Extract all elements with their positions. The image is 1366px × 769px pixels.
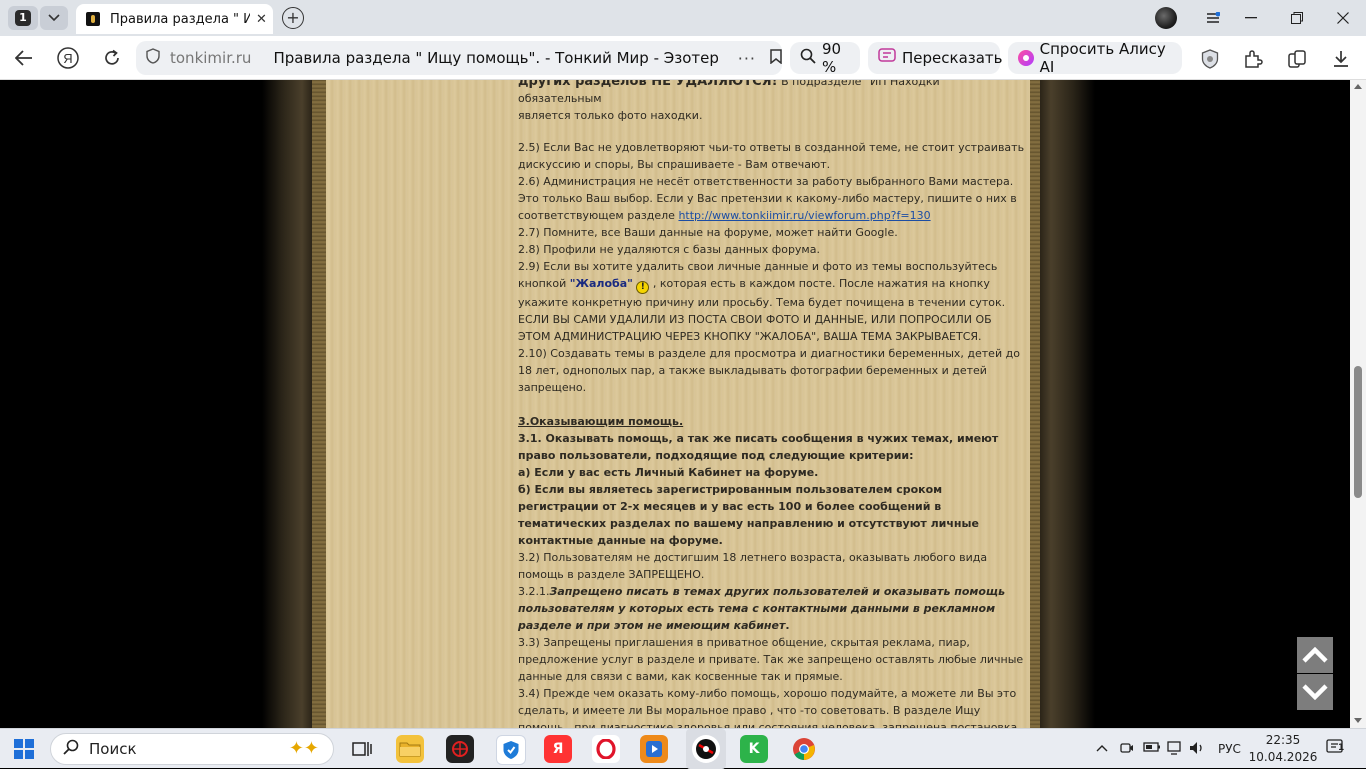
scroll-down-button[interactable] [1297,674,1333,710]
navigation-bar: Я tonkimir.ru Правила раздела " Ищу помо… [0,36,1366,80]
tab-list-button[interactable] [40,6,68,30]
decorative-border-left [312,80,326,728]
ask-alice-button[interactable]: Спросить Алису AI [1008,40,1182,76]
vpn-shield-icon[interactable] [496,735,526,765]
forum-link[interactable]: http://www.tonkiimir.ru/viewforum.php?f=… [678,209,930,222]
active-tab[interactable]: Правила раздела " Ищу помощь". - Тонкий … [76,4,273,34]
rule-2-10: 2.10) Создавать темы в разделе для просм… [518,347,1020,394]
zoom-button[interactable]: 90 % [790,40,860,76]
complaint-label: "Жалоба" [569,277,633,290]
rule-2-7: 2.7) Помните, все Ваши данные на форуме,… [518,226,898,239]
rule-3-1: 3.1. Оказывать помощь, а так же писать с… [518,432,999,462]
search-icon [800,48,816,68]
rule-3-1-b: б) Если вы являетесь зарегистрированным … [518,483,979,547]
scrollbar-thumb[interactable] [1354,366,1362,498]
clock-time: 22:35 [1265,733,1301,747]
ask-alice-label: Спросить Алису AI [1039,40,1166,76]
scroll-arrow-up-icon[interactable] [1354,84,1362,89]
new-tab-button[interactable]: + [282,7,304,29]
chrome-icon[interactable] [790,735,818,763]
network-icon[interactable] [1167,741,1183,759]
rule-3-1-a: а) Если у вас есть Личный Кабинет на фор… [518,466,819,479]
rule-text: является только фото находки. [518,109,703,122]
task-view-icon[interactable] [348,735,376,763]
site-security-icon[interactable] [146,48,160,68]
close-window-button[interactable] [1320,0,1366,36]
taskbar: Поиск ✦✦ Я K РУС 22:35 10.04.2026 1 [0,728,1366,769]
tab-count: 1 [15,10,31,26]
restore-button[interactable] [1274,0,1320,36]
tray-expand-icon[interactable] [1096,741,1108,756]
file-explorer-icon[interactable] [396,735,424,763]
search-icon [63,739,79,759]
rule-2-9: 2.9) Если вы хотите удалить свои личные … [518,260,1006,309]
retell-icon [878,48,896,68]
windows-start-icon[interactable] [14,739,34,759]
search-label: Поиск [89,740,137,758]
game-active-icon[interactable] [692,735,720,763]
reload-icon[interactable] [100,46,124,70]
input-language[interactable]: РУС [1218,742,1241,756]
address-bar[interactable]: tonkimir.ru Правила раздела " Ищу помощь… [136,41,782,75]
rule-3-3: 3.3) Запрещены приглашения в приватное о… [518,636,1024,683]
profile-avatar[interactable] [1155,7,1177,29]
zoom-level: 90 % [822,40,842,76]
rule-2-5: 2.5) Если Вас не удовлетворяют чьи-то от… [518,141,1025,171]
collections-icon[interactable] [1286,48,1308,70]
rule-2-9-note: ЕСЛИ ВЫ САМИ УДАЛИЛИ ИЗ ПОСТА СВОИ ФОТО … [518,313,992,343]
media-player-icon[interactable] [640,735,668,763]
url-domain: tonkimir.ru [170,49,252,67]
page-viewport: других разделов НЕ УДАЛЯЮТСЯ! В подразде… [0,80,1350,728]
kaspersky-icon[interactable]: K [740,735,768,763]
svg-text:Я: Я [63,51,72,66]
yandex-logo-icon[interactable]: Я [56,46,80,70]
rule-2-6: 2.6) Администрация не несёт ответственно… [518,175,1017,222]
scroll-up-button[interactable] [1297,637,1333,673]
retell-label: Пересказать [902,49,1003,67]
chevron-down-icon [48,14,60,22]
volume-icon[interactable] [1189,741,1205,759]
yandex-browser-icon[interactable]: Я [544,735,572,763]
notifications-icon[interactable]: 1 [1326,739,1346,761]
rule-bold-text: других разделов НЕ УДАЛЯЮТСЯ! [518,80,778,89]
page-title: Правила раздела " Ищу помощь". - Тонкий … [273,49,718,67]
back-icon[interactable] [12,46,36,70]
opera-icon[interactable] [592,735,620,763]
tab-title: Правила раздела " Ищу помощь". - Тонкий … [110,11,250,27]
rule-text: других разделов НЕ УДАЛЯЮТСЯ! В подразде… [518,80,1026,107]
scroll-arrow-down-icon[interactable] [1354,718,1362,723]
webcam-icon[interactable] [1120,741,1134,759]
clock[interactable]: 22:35 10.04.2026 [1248,732,1318,766]
bookmark-icon[interactable] [770,48,782,68]
rule-3-2-1: 3.2.1.Запрещено писать в темах других по… [518,585,1006,632]
rule-2-8: 2.8) Профили не удаляются с базы данных … [518,243,820,256]
protect-shield-icon[interactable] [1199,48,1221,70]
download-icon[interactable] [1330,48,1352,70]
alice-icon [1018,50,1034,66]
vertical-scrollbar[interactable] [1350,80,1366,728]
minimize-button[interactable] [1228,0,1274,36]
notification-count: 1 [1338,743,1345,753]
extensions-icon[interactable] [1242,48,1264,70]
taskbar-search[interactable]: Поиск ✦✦ [50,733,334,765]
copilot-sparkle-icon: ✦✦ [288,738,319,759]
more-icon[interactable]: ··· [738,49,756,68]
battery-icon[interactable] [1143,741,1161,757]
tab-strip: 1 Правила раздела " Ищу помощь". - Тонки… [0,0,1366,36]
retell-button[interactable]: Пересказать [868,42,1003,74]
decorative-frame-left [262,80,312,728]
rules-text: других разделов НЕ УДАЛЯЮТСЯ! В подразде… [518,80,1026,728]
section-3-heading: 3.Оказывающим помощь. [518,415,684,428]
game-app-icon[interactable] [446,735,474,763]
rule-3-2: 3.2) Пользователям не достигшим 18 летне… [518,551,988,581]
tab-counter-button[interactable]: 1 [8,6,38,30]
site-favicon-icon [86,12,100,26]
complaint-warning-icon: ! [636,281,650,294]
tab-close-icon[interactable]: ✕ [256,12,267,27]
decorative-frame-right [1040,80,1095,728]
rule-3-4: 3.4) Прежде чем оказать кому-либо помощь… [518,687,1018,728]
clock-date: 10.04.2026 [1248,750,1318,764]
